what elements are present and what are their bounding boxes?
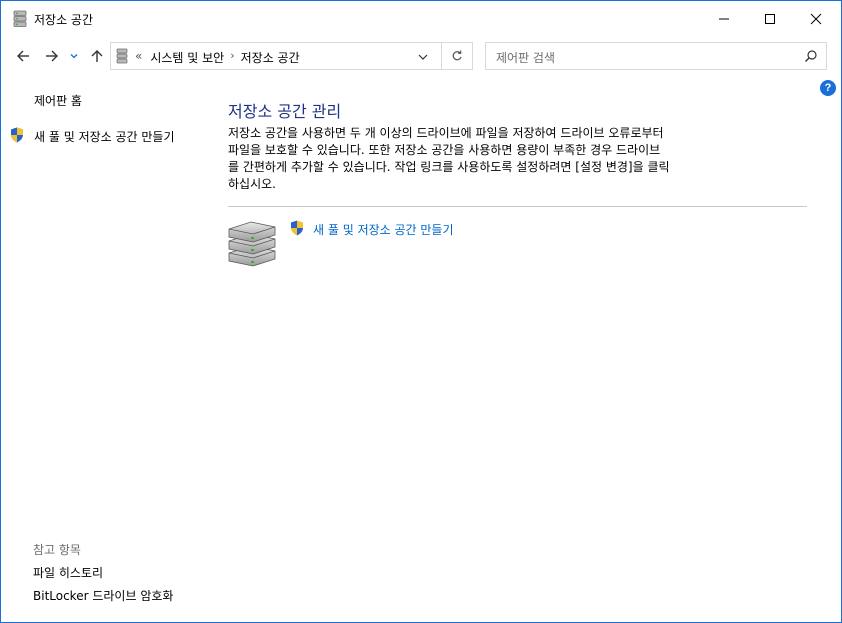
storage-spaces-icon <box>228 221 276 267</box>
breadcrumb: « 시스템 및 보안 › 저장소 공간 <box>135 49 300 66</box>
breadcrumb-separator[interactable]: › <box>230 49 234 66</box>
refresh-button[interactable] <box>442 42 473 70</box>
close-icon <box>810 13 822 25</box>
address-bar[interactable]: « 시스템 및 보안 › 저장소 공간 <box>110 42 442 70</box>
maximize-icon <box>765 14 775 24</box>
forward-arrow-icon <box>46 50 58 62</box>
chevron-down-icon <box>70 54 78 59</box>
file-history-link[interactable]: 파일 히스토리 <box>33 564 103 581</box>
breadcrumb-overflow[interactable]: « <box>135 49 142 66</box>
back-button[interactable] <box>12 45 34 67</box>
control-panel-home-link[interactable]: 제어판 홈 <box>34 92 82 109</box>
up-arrow-icon <box>91 50 103 62</box>
create-pool-link[interactable]: 새 풀 및 저장소 공간 만들기 <box>34 128 175 145</box>
page-title: 저장소 공간 관리 <box>228 102 342 121</box>
close-button[interactable] <box>793 1 839 37</box>
storage-drive-icon <box>13 10 27 27</box>
recent-locations-button[interactable] <box>66 45 82 67</box>
minimize-icon <box>719 18 729 20</box>
back-arrow-icon <box>17 50 29 62</box>
uac-shield-icon <box>291 220 303 236</box>
description-line: 저장소 공간을 사용하면 두 개 이상의 드라이브에 파일을 저장하여 드라이브… <box>228 126 664 140</box>
refresh-icon <box>452 50 462 61</box>
chevron-down-icon <box>418 54 428 60</box>
help-button[interactable]: ? <box>820 80 836 96</box>
navigation-bar: « 시스템 및 보안 › 저장소 공간 제어판 검색 <box>1 37 841 75</box>
breadcrumb-item-storage-spaces[interactable]: 저장소 공간 <box>241 49 300 66</box>
search-box[interactable]: 제어판 검색 <box>485 42 827 70</box>
description-line: 하십시오. <box>228 177 276 191</box>
address-dropdown-button[interactable] <box>415 49 431 65</box>
page-description: 저장소 공간을 사용하면 두 개 이상의 드라이브에 파일을 저장하여 드라이브… <box>228 125 708 193</box>
breadcrumb-item-system-security[interactable]: 시스템 및 보안 <box>150 49 224 66</box>
control-panel-window: 저장소 공간 « 시스템 및 보안 › 저장소 공간 제어판 검색 ? 제어판 … <box>0 0 842 623</box>
storage-drive-icon <box>116 48 128 64</box>
description-line: 를 간편하게 추가할 수 있습니다. 작업 링크를 사용하도록 설정하려면 [설… <box>228 160 670 174</box>
maximize-button[interactable] <box>747 1 793 37</box>
minimize-button[interactable] <box>701 1 747 37</box>
uac-shield-icon <box>11 127 23 143</box>
search-placeholder[interactable]: 제어판 검색 <box>496 49 555 66</box>
search-icon[interactable] <box>804 49 818 63</box>
up-button[interactable] <box>86 45 108 67</box>
description-line: 파일을 보호할 수 있습니다. 또한 저장소 공간을 사용하면 용량이 부족한 … <box>228 143 661 157</box>
see-also-heading: 참고 항목 <box>33 543 81 557</box>
bitlocker-link[interactable]: BitLocker 드라이브 암호화 <box>33 587 173 604</box>
title-bar: 저장소 공간 <box>1 1 841 37</box>
forward-button[interactable] <box>41 45 63 67</box>
divider <box>228 206 807 207</box>
window-title: 저장소 공간 <box>34 13 94 27</box>
create-pool-action-link[interactable]: 새 풀 및 저장소 공간 만들기 <box>313 221 454 238</box>
